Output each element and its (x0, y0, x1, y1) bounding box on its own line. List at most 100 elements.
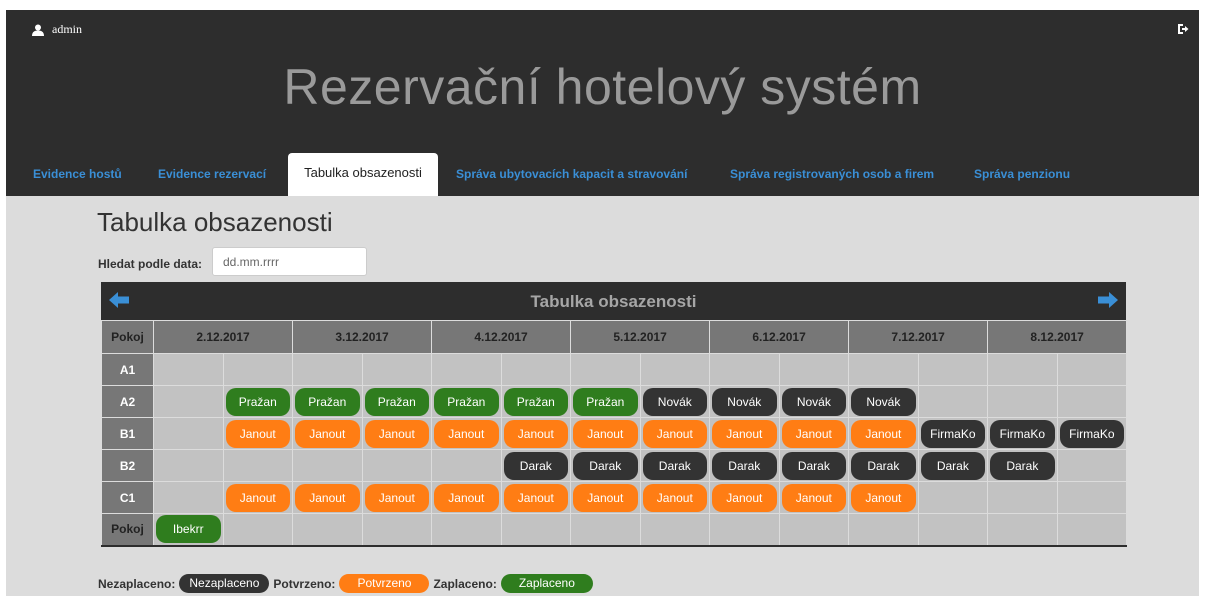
reservation-pill[interactable]: Janout (712, 483, 777, 512)
occupancy-cell[interactable] (987, 353, 1058, 386)
occupancy-cell[interactable]: Janout (778, 481, 850, 514)
occupancy-cell[interactable]: Janout (639, 481, 711, 514)
reservation-pill[interactable]: Novák (851, 387, 916, 416)
occupancy-cell[interactable] (361, 513, 433, 546)
occupancy-cell[interactable] (987, 385, 1058, 418)
occupancy-cell[interactable] (222, 513, 294, 546)
reservation-pill[interactable]: FirmaKo (920, 419, 986, 448)
reservation-pill[interactable]: Janout (225, 419, 291, 448)
occupancy-cell[interactable]: Janout (361, 481, 433, 514)
occupancy-cell[interactable] (431, 449, 502, 482)
reservation-pill[interactable]: Ibekrr (156, 515, 221, 544)
occupancy-cell[interactable]: Darak (709, 449, 780, 482)
reservation-pill[interactable]: Janout (503, 419, 569, 448)
occupancy-cell[interactable] (778, 353, 850, 386)
reservation-pill[interactable]: Pražan (573, 387, 638, 416)
occupancy-cell[interactable]: Ibekrr (153, 513, 224, 546)
occupancy-cell[interactable] (292, 513, 363, 546)
occupancy-cell[interactable]: Janout (292, 481, 363, 514)
reservation-pill[interactable]: FirmaKo (1059, 419, 1125, 448)
occupancy-cell[interactable]: Janout (639, 417, 711, 450)
occupancy-cell[interactable]: Darak (570, 449, 641, 482)
occupancy-cell[interactable]: FirmaKo (987, 417, 1058, 450)
tab-evidence-hostu[interactable]: Evidence hostů (33, 165, 122, 183)
reservation-pill[interactable]: Janout (712, 419, 777, 448)
occupancy-cell[interactable] (292, 353, 363, 386)
occupancy-cell[interactable] (1056, 449, 1128, 482)
occupancy-cell[interactable] (848, 513, 919, 546)
occupancy-cell[interactable]: Pražan (361, 385, 433, 418)
occupancy-cell[interactable]: Darak (848, 449, 919, 482)
occupancy-cell[interactable]: Janout (500, 417, 572, 450)
occupancy-cell[interactable] (570, 353, 641, 386)
reservation-pill[interactable]: Darak (990, 451, 1055, 480)
reservation-pill[interactable]: Janout (851, 483, 916, 512)
tab-evidence-rezervaci[interactable]: Evidence rezervací (158, 165, 266, 183)
occupancy-cell[interactable] (361, 449, 433, 482)
occupancy-cell[interactable]: Darak (987, 449, 1058, 482)
occupancy-cell[interactable] (153, 385, 224, 418)
occupancy-cell[interactable] (709, 353, 780, 386)
occupancy-cell[interactable] (153, 353, 224, 386)
tab-sprava-penzionu[interactable]: Správa penzionu (974, 165, 1070, 183)
reservation-pill[interactable]: Janout (573, 483, 638, 512)
occupancy-cell[interactable]: Darak (917, 449, 989, 482)
occupancy-cell[interactable]: Pražan (222, 385, 294, 418)
occupancy-cell[interactable]: Darak (639, 449, 711, 482)
occupancy-cell[interactable] (917, 481, 989, 514)
occupancy-cell[interactable] (431, 353, 502, 386)
occupancy-cell[interactable] (917, 513, 989, 546)
reservation-pill[interactable]: Janout (364, 483, 430, 512)
reservation-pill[interactable]: Darak (851, 451, 916, 480)
occupancy-cell[interactable] (917, 385, 989, 418)
logout-button[interactable] (1177, 22, 1189, 40)
occupancy-cell[interactable]: Pražan (292, 385, 363, 418)
occupancy-cell[interactable]: Janout (570, 481, 641, 514)
occupancy-cell[interactable]: Janout (848, 481, 919, 514)
occupancy-cell[interactable] (1056, 513, 1128, 546)
occupancy-cell[interactable]: FirmaKo (917, 417, 989, 450)
reservation-pill[interactable]: Darak (781, 451, 847, 480)
occupancy-cell[interactable]: FirmaKo (1056, 417, 1128, 450)
reservation-pill[interactable]: FirmaKo (990, 419, 1055, 448)
reservation-pill[interactable]: Janout (434, 483, 499, 512)
reservation-pill[interactable]: Janout (295, 483, 360, 512)
reservation-pill[interactable]: Darak (503, 451, 569, 480)
occupancy-cell[interactable]: Janout (222, 417, 294, 450)
user-menu[interactable]: admin (32, 22, 82, 37)
occupancy-cell[interactable] (709, 513, 780, 546)
reservation-pill[interactable]: Novák (642, 387, 708, 416)
occupancy-cell[interactable] (222, 449, 294, 482)
occupancy-cell[interactable]: Janout (709, 417, 780, 450)
occupancy-cell[interactable]: Darak (778, 449, 850, 482)
occupancy-cell[interactable]: Janout (778, 417, 850, 450)
reservation-pill[interactable]: Janout (503, 483, 569, 512)
occupancy-cell[interactable] (987, 481, 1058, 514)
occupancy-cell[interactable] (153, 481, 224, 514)
occupancy-cell[interactable]: Darak (500, 449, 572, 482)
reservation-pill[interactable]: Janout (642, 419, 708, 448)
occupancy-cell[interactable] (153, 417, 224, 450)
occupancy-cell[interactable] (987, 513, 1058, 546)
occupancy-cell[interactable]: Novák (848, 385, 919, 418)
occupancy-cell[interactable]: Pražan (570, 385, 641, 418)
reservation-pill[interactable]: Janout (364, 419, 430, 448)
occupancy-cell[interactable] (1056, 481, 1128, 514)
reservation-pill[interactable]: Darak (920, 451, 986, 480)
reservation-pill[interactable]: Pražan (503, 387, 569, 416)
occupancy-cell[interactable]: Novák (709, 385, 780, 418)
occupancy-cell[interactable]: Janout (848, 417, 919, 450)
occupancy-cell[interactable] (153, 449, 224, 482)
occupancy-cell[interactable]: Janout (292, 417, 363, 450)
occupancy-cell[interactable] (500, 513, 572, 546)
reservation-pill[interactable]: Darak (642, 451, 708, 480)
reservation-pill[interactable]: Janout (781, 483, 847, 512)
reservation-pill[interactable]: Pražan (434, 387, 499, 416)
reservation-pill[interactable]: Janout (225, 483, 291, 512)
reservation-pill[interactable]: Janout (642, 483, 708, 512)
occupancy-cell[interactable] (431, 513, 502, 546)
date-search-input[interactable] (212, 247, 367, 276)
occupancy-cell[interactable]: Pražan (431, 385, 502, 418)
occupancy-cell[interactable] (1056, 353, 1128, 386)
occupancy-cell[interactable] (639, 513, 711, 546)
